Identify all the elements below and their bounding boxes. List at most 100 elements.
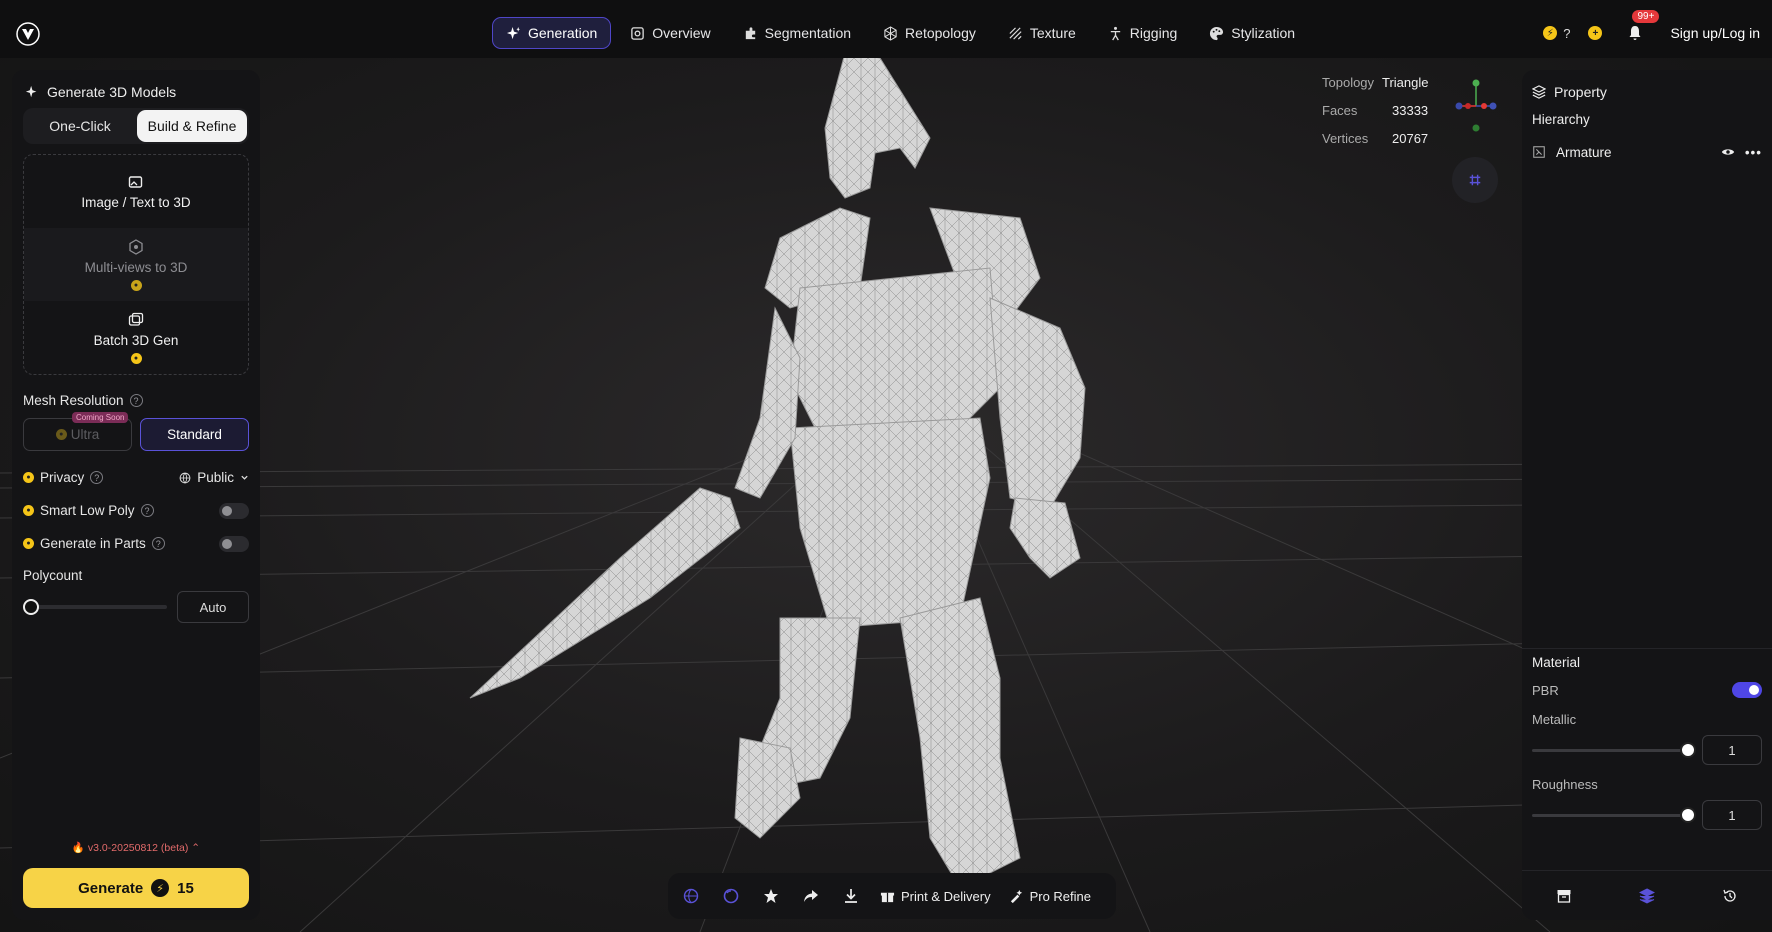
privacy-dropdown[interactable]: Public xyxy=(179,470,249,485)
globe-icon xyxy=(179,472,191,483)
mode-label: Batch 3D Gen xyxy=(93,332,179,348)
mode-batch-3d-gen[interactable]: Batch 3D Gen ● xyxy=(24,301,248,374)
tab-retopology[interactable]: Retopology xyxy=(870,17,989,49)
privacy-value: Public xyxy=(197,470,234,485)
layers-icon xyxy=(1532,85,1546,99)
download-icon xyxy=(845,889,857,903)
help-icon[interactable]: ? xyxy=(90,471,104,484)
version-label: v3.0-20250812 (beta) xyxy=(87,842,189,854)
help-icon[interactable]: ? xyxy=(129,394,143,407)
generate-in-parts-toggle[interactable] xyxy=(219,535,249,552)
main-nav: Generation Overview Segmentation Retopol… xyxy=(492,17,1308,49)
palette-icon xyxy=(1210,26,1224,40)
metallic-value[interactable]: 1 xyxy=(1702,735,1762,765)
polycount-control: Auto xyxy=(23,591,249,623)
premium-coin-icon: ● xyxy=(130,352,142,364)
slider-handle[interactable] xyxy=(1680,806,1696,823)
stat-topology: Topology Triangle xyxy=(1322,68,1428,96)
bell-icon xyxy=(1629,26,1641,40)
tab-one-click[interactable]: One-Click xyxy=(25,110,135,142)
top-right-controls: ⚡ ? + 99+ Sign up/Log in xyxy=(1543,10,1760,49)
view-settings-button[interactable] xyxy=(1452,157,1498,203)
download-button[interactable] xyxy=(840,885,862,907)
polycount-slider[interactable] xyxy=(23,599,167,615)
sparkle-icon xyxy=(25,85,37,98)
stat-vertices: Vertices 20767 xyxy=(1322,124,1428,152)
signin-link[interactable]: Sign up/Log in xyxy=(1670,25,1760,41)
slider-handle[interactable] xyxy=(1680,741,1696,758)
pro-refine-button[interactable]: Pro Refine xyxy=(1009,889,1091,904)
texture-icon xyxy=(1009,26,1022,40)
resolution-ultra: ● Ultra Coming Soon xyxy=(23,412,132,451)
history-icon[interactable] xyxy=(1722,888,1738,904)
tab-label: Stylization xyxy=(1231,25,1296,41)
add-credits-icon[interactable]: + xyxy=(1588,26,1603,40)
credits-indicator[interactable]: ⚡ ? + xyxy=(1543,25,1603,41)
flame-icon: 🔥 xyxy=(71,842,85,854)
model-stats: Topology Triangle Faces 33333 Vertices 2… xyxy=(1322,68,1428,152)
premium-coin-icon: ● xyxy=(23,505,34,516)
tab-generation[interactable]: Generation xyxy=(492,17,612,49)
axis-gizmo[interactable] xyxy=(1448,78,1504,134)
archive-icon[interactable] xyxy=(1556,888,1572,904)
wireframe-view-button[interactable] xyxy=(680,885,702,907)
refine-icon xyxy=(1010,889,1022,903)
shaded-view-button[interactable] xyxy=(720,885,742,907)
mode-multi-views-to-3d[interactable]: Multi-views to 3D ● xyxy=(24,228,248,301)
tree-item-label: Armature xyxy=(1556,144,1612,160)
coming-soon-badge: Coming Soon xyxy=(72,412,129,423)
layers-icon[interactable] xyxy=(1638,887,1655,904)
character-model xyxy=(469,58,1086,889)
resolution-options: ● Ultra Coming Soon Standard xyxy=(23,412,249,451)
tab-overview[interactable]: Overview xyxy=(617,17,723,49)
metallic-slider[interactable] xyxy=(1532,741,1696,758)
resolution-standard[interactable]: Standard xyxy=(140,418,249,451)
panel-title-text: Generate 3D Models xyxy=(47,84,177,100)
credits-label: ? xyxy=(1563,25,1571,41)
print-delivery-button[interactable]: Print & Delivery xyxy=(880,889,991,904)
top-bar: Generation Overview Segmentation Retopol… xyxy=(0,10,1772,58)
generate-button[interactable]: Generate ⚡ 15 xyxy=(23,868,249,908)
premium-coin-icon: ● xyxy=(55,429,67,440)
help-icon[interactable]: ? xyxy=(151,537,165,550)
tab-rigging[interactable]: Rigging xyxy=(1095,17,1190,49)
tab-stylization[interactable]: Stylization xyxy=(1196,17,1308,49)
pbr-toggle[interactable] xyxy=(1732,682,1762,698)
eye-icon[interactable] xyxy=(1721,145,1735,159)
chevron-up-icon: ⌃ xyxy=(191,842,201,854)
property-title: Property xyxy=(1532,80,1762,104)
tab-segmentation[interactable]: Segmentation xyxy=(730,17,864,49)
more-options-icon[interactable]: ••• xyxy=(1745,145,1762,160)
3d-viewport[interactable] xyxy=(0,58,1772,932)
tree-item-armature[interactable]: Armature ••• xyxy=(1532,141,1762,163)
tab-texture[interactable]: Texture xyxy=(995,17,1089,49)
polycount-value[interactable]: Auto xyxy=(177,591,249,623)
slider-handle[interactable] xyxy=(23,599,39,615)
mesh-resolution-label: Mesh Resolution ? xyxy=(23,393,249,408)
help-icon[interactable]: ? xyxy=(140,504,154,517)
notifications-button[interactable]: 99+ xyxy=(1624,10,1660,44)
bolt-coin-icon: ⚡ xyxy=(1543,26,1558,40)
share-icon xyxy=(804,890,818,902)
tab-build-refine[interactable]: Build & Refine xyxy=(137,110,247,142)
smart-low-poly-toggle[interactable] xyxy=(219,502,249,519)
premium-coin-icon: ● xyxy=(130,279,142,291)
model-version[interactable]: 🔥 v3.0-20250812 (beta) ⌃ xyxy=(12,841,260,854)
material-section: Material PBR Metallic 1 Roughness 1 xyxy=(1522,648,1772,830)
favorite-button[interactable] xyxy=(760,885,782,907)
stat-value: 20767 xyxy=(1392,130,1429,146)
notification-badge: 99+ xyxy=(1632,10,1660,23)
bolt-icon: ⚡ xyxy=(151,879,170,897)
roughness-value[interactable]: 1 xyxy=(1702,800,1762,830)
overview-icon xyxy=(631,26,645,40)
figure-icon xyxy=(1110,26,1120,40)
app-logo[interactable] xyxy=(14,20,42,48)
share-button[interactable] xyxy=(800,885,822,907)
option-label: Ultra xyxy=(70,427,100,442)
roughness-slider[interactable] xyxy=(1532,806,1696,823)
generate-label: Generate xyxy=(78,879,144,897)
wireframe-sphere-icon xyxy=(683,888,699,904)
mode-image-text-to-3d[interactable]: Image / Text to 3D xyxy=(24,155,248,228)
hierarchy-label: Hierarchy xyxy=(1532,112,1590,127)
stat-value: Triangle xyxy=(1382,74,1429,90)
